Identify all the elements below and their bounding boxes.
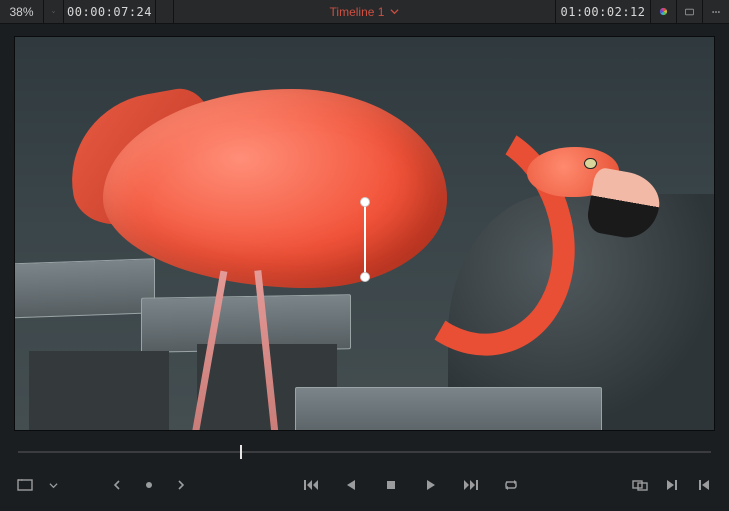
- play-icon: [425, 479, 437, 491]
- chevron-down-icon: [52, 7, 55, 17]
- tracker-line[interactable]: [364, 202, 366, 280]
- topbar-spacer-left: [156, 0, 174, 23]
- playhead[interactable]: [240, 445, 242, 459]
- match-frame-icon: [632, 479, 648, 491]
- record-timecode-value: 01:00:02:12: [561, 5, 646, 19]
- transport-bar: [0, 465, 729, 511]
- keyframe-nav-group: [108, 476, 190, 494]
- tracker-point-bottom[interactable]: [360, 272, 370, 282]
- tracker-point-top[interactable]: [360, 197, 370, 207]
- prev-keyframe-button[interactable]: [108, 476, 126, 494]
- prev-keyframe-icon: [112, 479, 122, 491]
- scrub-track[interactable]: [18, 451, 711, 453]
- chevron-down-icon: [390, 7, 399, 16]
- display-presets-button[interactable]: [677, 0, 703, 23]
- display-icon: [685, 6, 694, 18]
- last-frame-icon: [464, 479, 478, 491]
- chevron-down-icon: [49, 481, 58, 490]
- source-timecode[interactable]: 00:00:07:24: [64, 0, 156, 23]
- reverse-play-icon: [345, 479, 357, 491]
- loop-button[interactable]: [502, 476, 520, 494]
- loop-icon: [503, 479, 519, 491]
- viewer-canvas[interactable]: [14, 36, 715, 431]
- zoom-label: 38%: [9, 5, 33, 19]
- next-clip-button[interactable]: [663, 476, 681, 494]
- source-timecode-value: 00:00:07:24: [67, 5, 152, 19]
- color-wheel-button[interactable]: [651, 0, 677, 23]
- record-timecode[interactable]: 01:00:02:12: [555, 0, 651, 23]
- stop-icon: [385, 479, 397, 491]
- playback-group: [200, 476, 621, 494]
- topbar-center: Timeline 1: [174, 0, 555, 23]
- next-keyframe-icon: [176, 479, 186, 491]
- first-frame-icon: [304, 479, 318, 491]
- image-wipe-button[interactable]: [16, 476, 34, 494]
- play-button[interactable]: [422, 476, 440, 494]
- timeline-dropdown[interactable]: Timeline 1: [330, 5, 400, 19]
- transport-left-group: [16, 476, 58, 494]
- prev-clip-icon: [698, 479, 710, 491]
- reverse-play-button[interactable]: [342, 476, 360, 494]
- scrub-bar: [0, 439, 729, 465]
- last-frame-button[interactable]: [462, 476, 480, 494]
- timeline-title: Timeline 1: [330, 5, 385, 19]
- next-clip-icon: [666, 479, 678, 491]
- stop-button[interactable]: [382, 476, 400, 494]
- zoom-menu-button[interactable]: [44, 0, 64, 23]
- color-wheel-icon: [659, 4, 668, 19]
- add-keyframe-button[interactable]: [140, 476, 158, 494]
- keyframe-dot-icon: [144, 480, 154, 490]
- first-frame-button[interactable]: [302, 476, 320, 494]
- image-wipe-menu[interactable]: [48, 476, 58, 494]
- viewer-area: [0, 24, 729, 439]
- viewer-topbar: 38% 00:00:07:24 Timeline 1 01:00:02:12: [0, 0, 729, 24]
- ellipsis-icon: [711, 5, 721, 19]
- viewer-options-button[interactable]: [703, 0, 729, 23]
- next-keyframe-button[interactable]: [172, 476, 190, 494]
- zoom-level[interactable]: 38%: [0, 0, 44, 23]
- image-wipe-icon: [17, 478, 33, 492]
- match-frame-button[interactable]: [631, 476, 649, 494]
- transport-right-group: [631, 476, 713, 494]
- prev-clip-button[interactable]: [695, 476, 713, 494]
